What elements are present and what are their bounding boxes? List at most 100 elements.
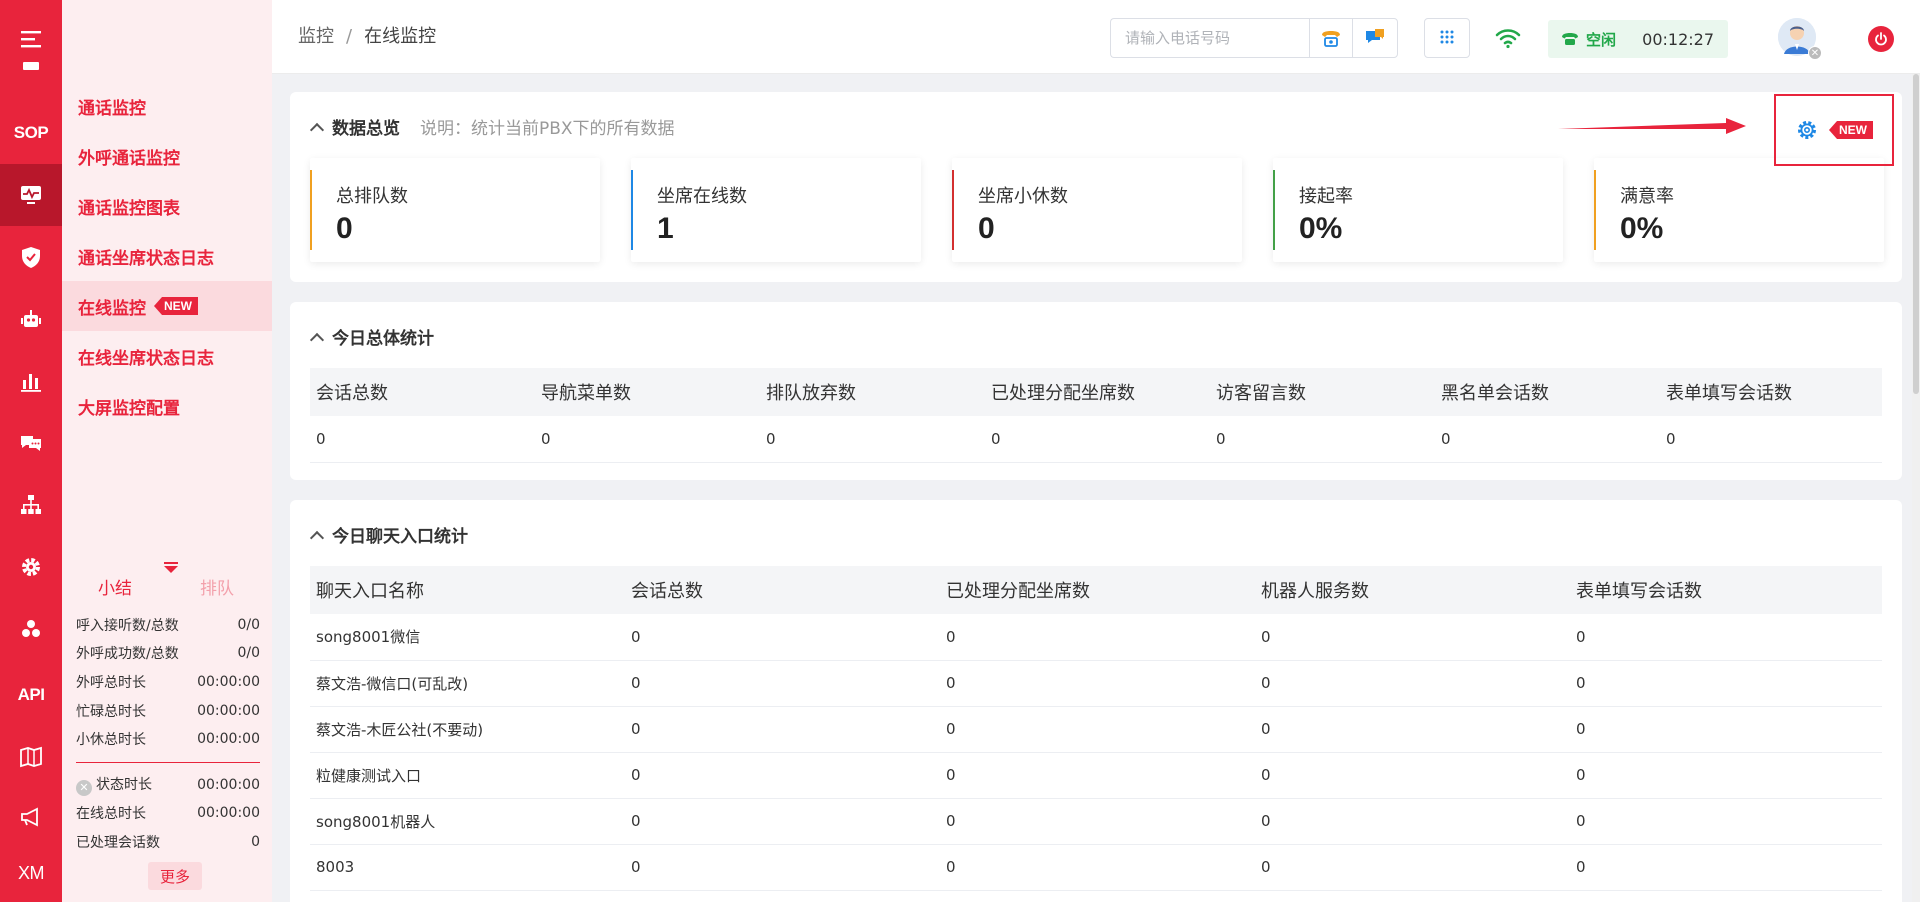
table-cell: 0: [760, 416, 985, 463]
table-cell: 0: [625, 844, 940, 891]
subnav-item-agent-status-log[interactable]: 通话坐席状态日志: [62, 231, 272, 281]
column-header: 已处理分配坐席数: [985, 368, 1210, 416]
table-cell: 0: [1255, 798, 1570, 845]
table-header-row: 会话总数 导航菜单数 排队放弃数 已处理分配坐席数 访客留言数 黑名单会话数 表…: [310, 368, 1882, 416]
dialpad-icon: [1440, 30, 1454, 44]
column-header: 导航菜单数: [535, 368, 760, 416]
status-clear-icon[interactable]: ✕: [76, 779, 92, 796]
message-button[interactable]: [1352, 18, 1398, 58]
phone-status-icon: [1562, 33, 1578, 45]
top-header: 监控 / 在线监控 空闲 00:12:27 ✕: [272, 0, 1920, 74]
collapse-chevron-icon: [309, 530, 325, 545]
rail-item-api[interactable]: API: [0, 664, 62, 726]
power-icon: [1875, 32, 1887, 46]
column-header: 排队放弃数: [760, 368, 985, 416]
logout-button[interactable]: [1868, 26, 1894, 52]
breadcrumb-monitor[interactable]: 监控: [298, 26, 334, 47]
gear-icon[interactable]: [0, 536, 62, 598]
phone-number-input[interactable]: [1110, 18, 1310, 58]
kpi-accent-bar: [310, 170, 312, 250]
table-cell: 0: [1255, 706, 1570, 753]
inbox-icon[interactable]: [0, 48, 62, 78]
kpi-accent-bar: [1273, 170, 1275, 250]
settings-gear-icon: [1798, 121, 1816, 139]
collapse-chevron-icon: [309, 122, 325, 137]
table-cell: 粒健康测试入口: [310, 752, 625, 799]
stat-row: 小休总时长 00:00:00: [76, 731, 260, 748]
table-cell: 0: [625, 706, 940, 753]
kpi-card: 总排队数 0: [310, 158, 600, 262]
status-label: 空闲: [1586, 30, 1617, 49]
subnav-item-call-chart[interactable]: 通话监控图表: [62, 181, 272, 231]
avatar[interactable]: ✕: [1778, 18, 1822, 60]
more-button[interactable]: 更多: [148, 862, 202, 890]
tab-queue[interactable]: 排队: [200, 574, 234, 599]
dial-button[interactable]: [1309, 18, 1353, 58]
collapse-chevron-icon: [309, 332, 325, 347]
kpi-accent-bar: [952, 170, 954, 250]
table-cell: 0: [1570, 798, 1882, 845]
breadcrumb-current: 在线监控: [364, 26, 437, 47]
rail-item-xm[interactable]: XM: [0, 842, 62, 902]
table-cell: 0: [1255, 614, 1570, 661]
table-row: 蔡文浩-木匠公社(不要动) 0 0 0 0: [310, 706, 1882, 753]
chat-icon[interactable]: [0, 412, 62, 474]
overview-section-header[interactable]: 数据总览 说明：统计当前PBX下的所有数据: [309, 114, 675, 139]
cubes-icon[interactable]: [0, 598, 62, 660]
subnav-item-call-monitor[interactable]: 通话监控: [62, 81, 272, 131]
entry-stats-table: 聊天入口名称 会话总数 已处理分配坐席数 机器人服务数 表单填写会话数 song…: [310, 566, 1882, 891]
rail-item-sop[interactable]: SOP: [0, 102, 62, 164]
table-cell: 0: [310, 416, 535, 463]
stat-row: 呼入接听数/总数 0/0: [76, 617, 260, 634]
table-cell: 0: [625, 798, 940, 845]
column-header: 会话总数: [625, 566, 940, 614]
table-cell: 8003: [310, 844, 625, 891]
shield-icon[interactable]: [0, 226, 62, 288]
scrollbar-thumb[interactable]: [1913, 74, 1919, 394]
subnav-item-online-monitor[interactable]: 在线监控 NEW: [62, 281, 272, 331]
status-timer: 00:12:27: [1642, 29, 1714, 49]
breadcrumb-separator: /: [346, 26, 353, 47]
table-cell: 0: [940, 844, 1255, 891]
entry-stats-section-header[interactable]: 今日聊天入口统计: [309, 522, 468, 547]
book-icon[interactable]: [0, 726, 62, 788]
kpi-card: 坐席在线数 1: [631, 158, 921, 262]
table-cell: 0: [625, 614, 940, 661]
new-badge: NEW: [1829, 121, 1873, 139]
table-cell: 0: [625, 752, 940, 799]
column-header: 表单填写会话数: [1660, 368, 1882, 416]
table-cell: 0: [1255, 660, 1570, 707]
table-cell: song8001机器人: [310, 798, 625, 845]
overview-settings-button[interactable]: NEW: [1774, 94, 1894, 166]
megaphone-icon[interactable]: [0, 786, 62, 848]
column-header: 黑名单会话数: [1435, 368, 1660, 416]
monitor-icon[interactable]: [0, 164, 62, 226]
today-stats-section-header[interactable]: 今日总体统计: [309, 324, 434, 349]
table-cell: 0: [1255, 752, 1570, 799]
bar-chart-icon[interactable]: [0, 350, 62, 412]
today-stats-table: 会话总数 导航菜单数 排队放弃数 已处理分配坐席数 访客留言数 黑名单会话数 表…: [310, 368, 1882, 463]
org-chart-icon[interactable]: [0, 474, 62, 536]
agent-status-toggle[interactable]: 空闲 00:12:27: [1548, 20, 1728, 58]
kpi-card: 满意率 0%: [1594, 158, 1884, 262]
kpi-card: 接起率 0%: [1273, 158, 1563, 262]
column-header: 会话总数: [310, 368, 535, 416]
entry-stats-card: 今日聊天入口统计 聊天入口名称 会话总数 已处理分配坐席数 机器人服务数 表单填…: [290, 500, 1902, 902]
table-cell: 0: [1660, 416, 1882, 463]
new-badge: NEW: [154, 297, 198, 315]
stat-row: ✕ 状态时长 00:00:00: [76, 772, 260, 798]
subnav-item-outbound-monitor[interactable]: 外呼通话监控: [62, 131, 272, 181]
subnav-item-screen-config[interactable]: 大屏监控配置: [62, 381, 272, 431]
table-cell: 0: [1255, 844, 1570, 891]
table-cell: 0: [1210, 416, 1435, 463]
robot-icon[interactable]: [0, 288, 62, 350]
page-scrollbar[interactable]: [1912, 74, 1920, 902]
table-row: song8001微信 0 0 0 0: [310, 614, 1882, 661]
table-cell: 0: [1570, 614, 1882, 661]
table-row: 蔡文浩-微信口(可乱改) 0 0 0 0: [310, 660, 1882, 707]
subnav-item-online-agent-log[interactable]: 在线坐席状态日志: [62, 331, 272, 381]
annotation-arrow: [1558, 118, 1746, 134]
tab-summary[interactable]: 小结: [98, 574, 132, 599]
table-cell: 0: [940, 660, 1255, 707]
dialpad-button[interactable]: [1424, 18, 1470, 58]
